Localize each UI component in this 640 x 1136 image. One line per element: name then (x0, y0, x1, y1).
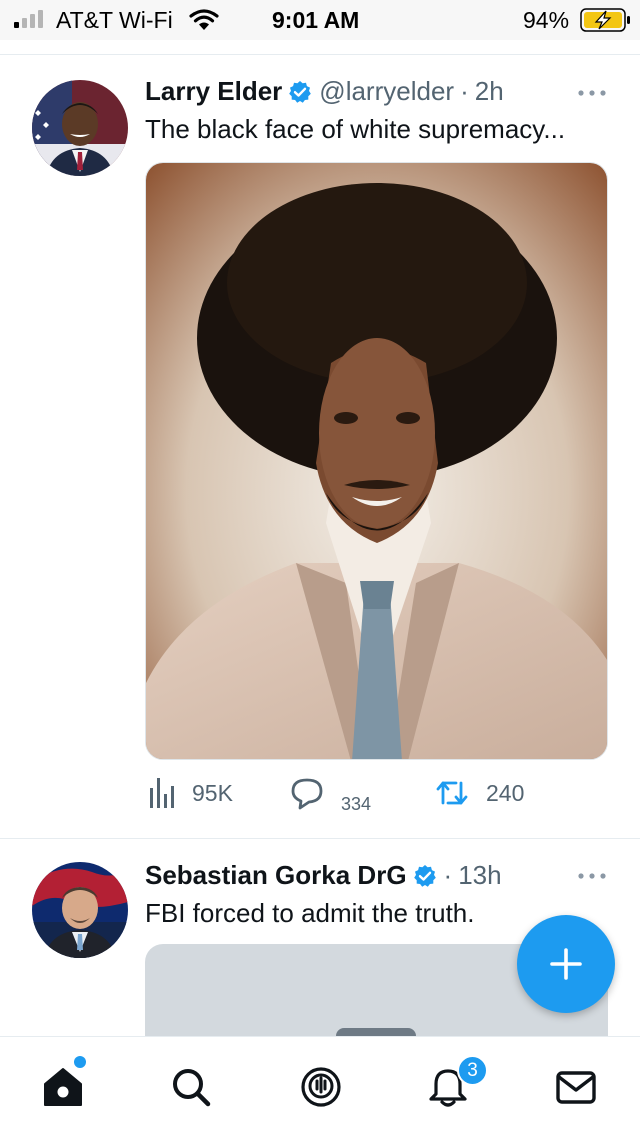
bottom-tab-bar (0, 1036, 640, 1136)
tab-spaces[interactable] (293, 1059, 349, 1115)
reply-icon (291, 778, 323, 810)
tweet-divider (0, 838, 640, 839)
author-name[interactable]: Sebastian Gorka DrG (145, 860, 407, 891)
tweet-photo[interactable] (145, 162, 608, 760)
compose-tweet-button[interactable] (517, 915, 615, 1013)
carrier-label: AT&T Wi-Fi (56, 7, 173, 33)
tweet-timestamp[interactable]: 2h (475, 76, 504, 107)
verified-badge-icon (413, 864, 436, 887)
reply-button[interactable] (290, 778, 324, 810)
retweet-button[interactable]: 240 (436, 779, 524, 807)
tweet-text: FBI forced to admit the truth. (145, 898, 475, 928)
author-name[interactable]: Larry Elder (145, 76, 282, 107)
avatar[interactable] (32, 862, 128, 958)
cellular-signal-icon (14, 10, 43, 28)
home-new-content-dot (74, 1056, 86, 1068)
battery-percentage: 94% (523, 7, 570, 33)
tweet-text: The black face of white supremacy... (145, 114, 566, 144)
views-icon (150, 778, 174, 808)
tweet-author[interactable]: Larry Elder @larryelder · 2h (145, 76, 504, 107)
spaces-icon (301, 1067, 341, 1107)
retweet-icon (436, 781, 468, 805)
separator-dot: · (443, 860, 453, 890)
author-handle[interactable]: @larryelder (319, 76, 454, 107)
avatar-photo (32, 80, 128, 176)
tweet-timestamp[interactable]: 13h (458, 860, 501, 891)
compose-icon (550, 948, 582, 980)
messages-icon (556, 1071, 596, 1104)
header-divider (0, 54, 640, 55)
portrait-photo (146, 163, 607, 759)
wifi-icon (189, 9, 219, 30)
tab-search[interactable] (163, 1059, 219, 1115)
tweet-author[interactable]: Sebastian Gorka DrG · 13h (145, 860, 502, 891)
tab-messages[interactable] (548, 1059, 604, 1115)
notifications-badge: 3 (457, 1055, 488, 1086)
battery-charging-icon (580, 8, 630, 32)
views-button[interactable]: 95K (150, 778, 233, 808)
separator-dot: · (460, 76, 469, 106)
search-icon (173, 1069, 211, 1107)
views-count: 95K (192, 779, 233, 806)
home-icon (44, 1068, 82, 1106)
reply-count: 334 (341, 794, 372, 814)
clock: 9:01 AM (272, 7, 360, 33)
verified-badge-icon (289, 80, 312, 103)
more-options-icon[interactable] (577, 871, 607, 881)
status-bar: AT&T Wi-Fi 9:01 AM 94% (0, 0, 640, 40)
more-options-icon[interactable] (577, 88, 607, 98)
avatar[interactable] (32, 80, 128, 176)
retweet-count: 240 (486, 779, 525, 806)
avatar-photo (32, 862, 128, 958)
